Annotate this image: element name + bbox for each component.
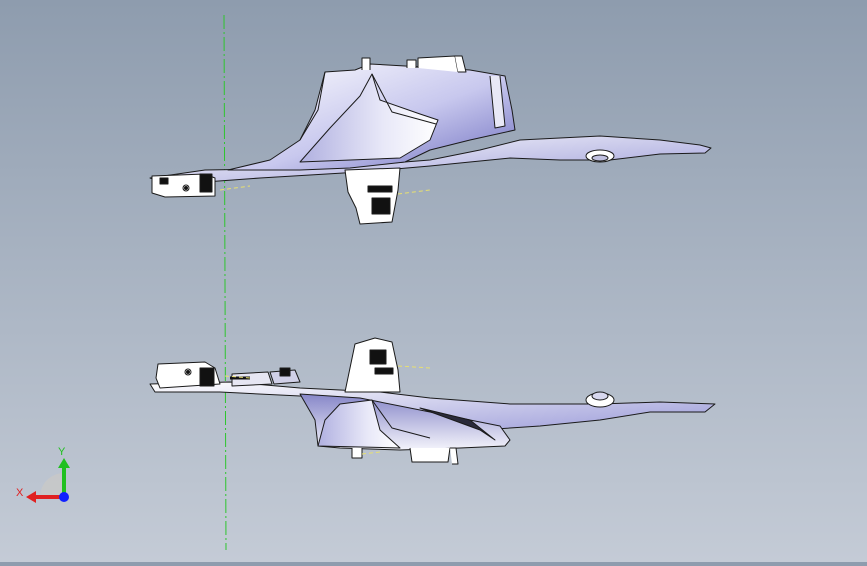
top-tab-mid (406, 59, 417, 68)
model-canvas[interactable]: Y X (0, 0, 867, 562)
part-top-view[interactable] (149, 55, 712, 225)
top-bracket (344, 167, 401, 225)
bottom-tab-right (409, 447, 451, 463)
axis-triad[interactable]: Y X (16, 446, 70, 503)
bottom-tab-left (351, 448, 363, 459)
triad-y-label: Y (58, 446, 66, 458)
triad-y-arrow (58, 458, 70, 468)
part-bottom-view[interactable] (149, 337, 716, 465)
triad-x-arrow (26, 491, 36, 503)
bottom-bracket (344, 337, 401, 393)
triad-plane (40, 473, 64, 497)
top-tab-left (361, 57, 371, 70)
triad-origin (59, 492, 69, 502)
centerline (223, 14, 227, 551)
graphics-viewport[interactable]: Y X (0, 0, 867, 562)
triad-x-label: X (16, 487, 24, 499)
